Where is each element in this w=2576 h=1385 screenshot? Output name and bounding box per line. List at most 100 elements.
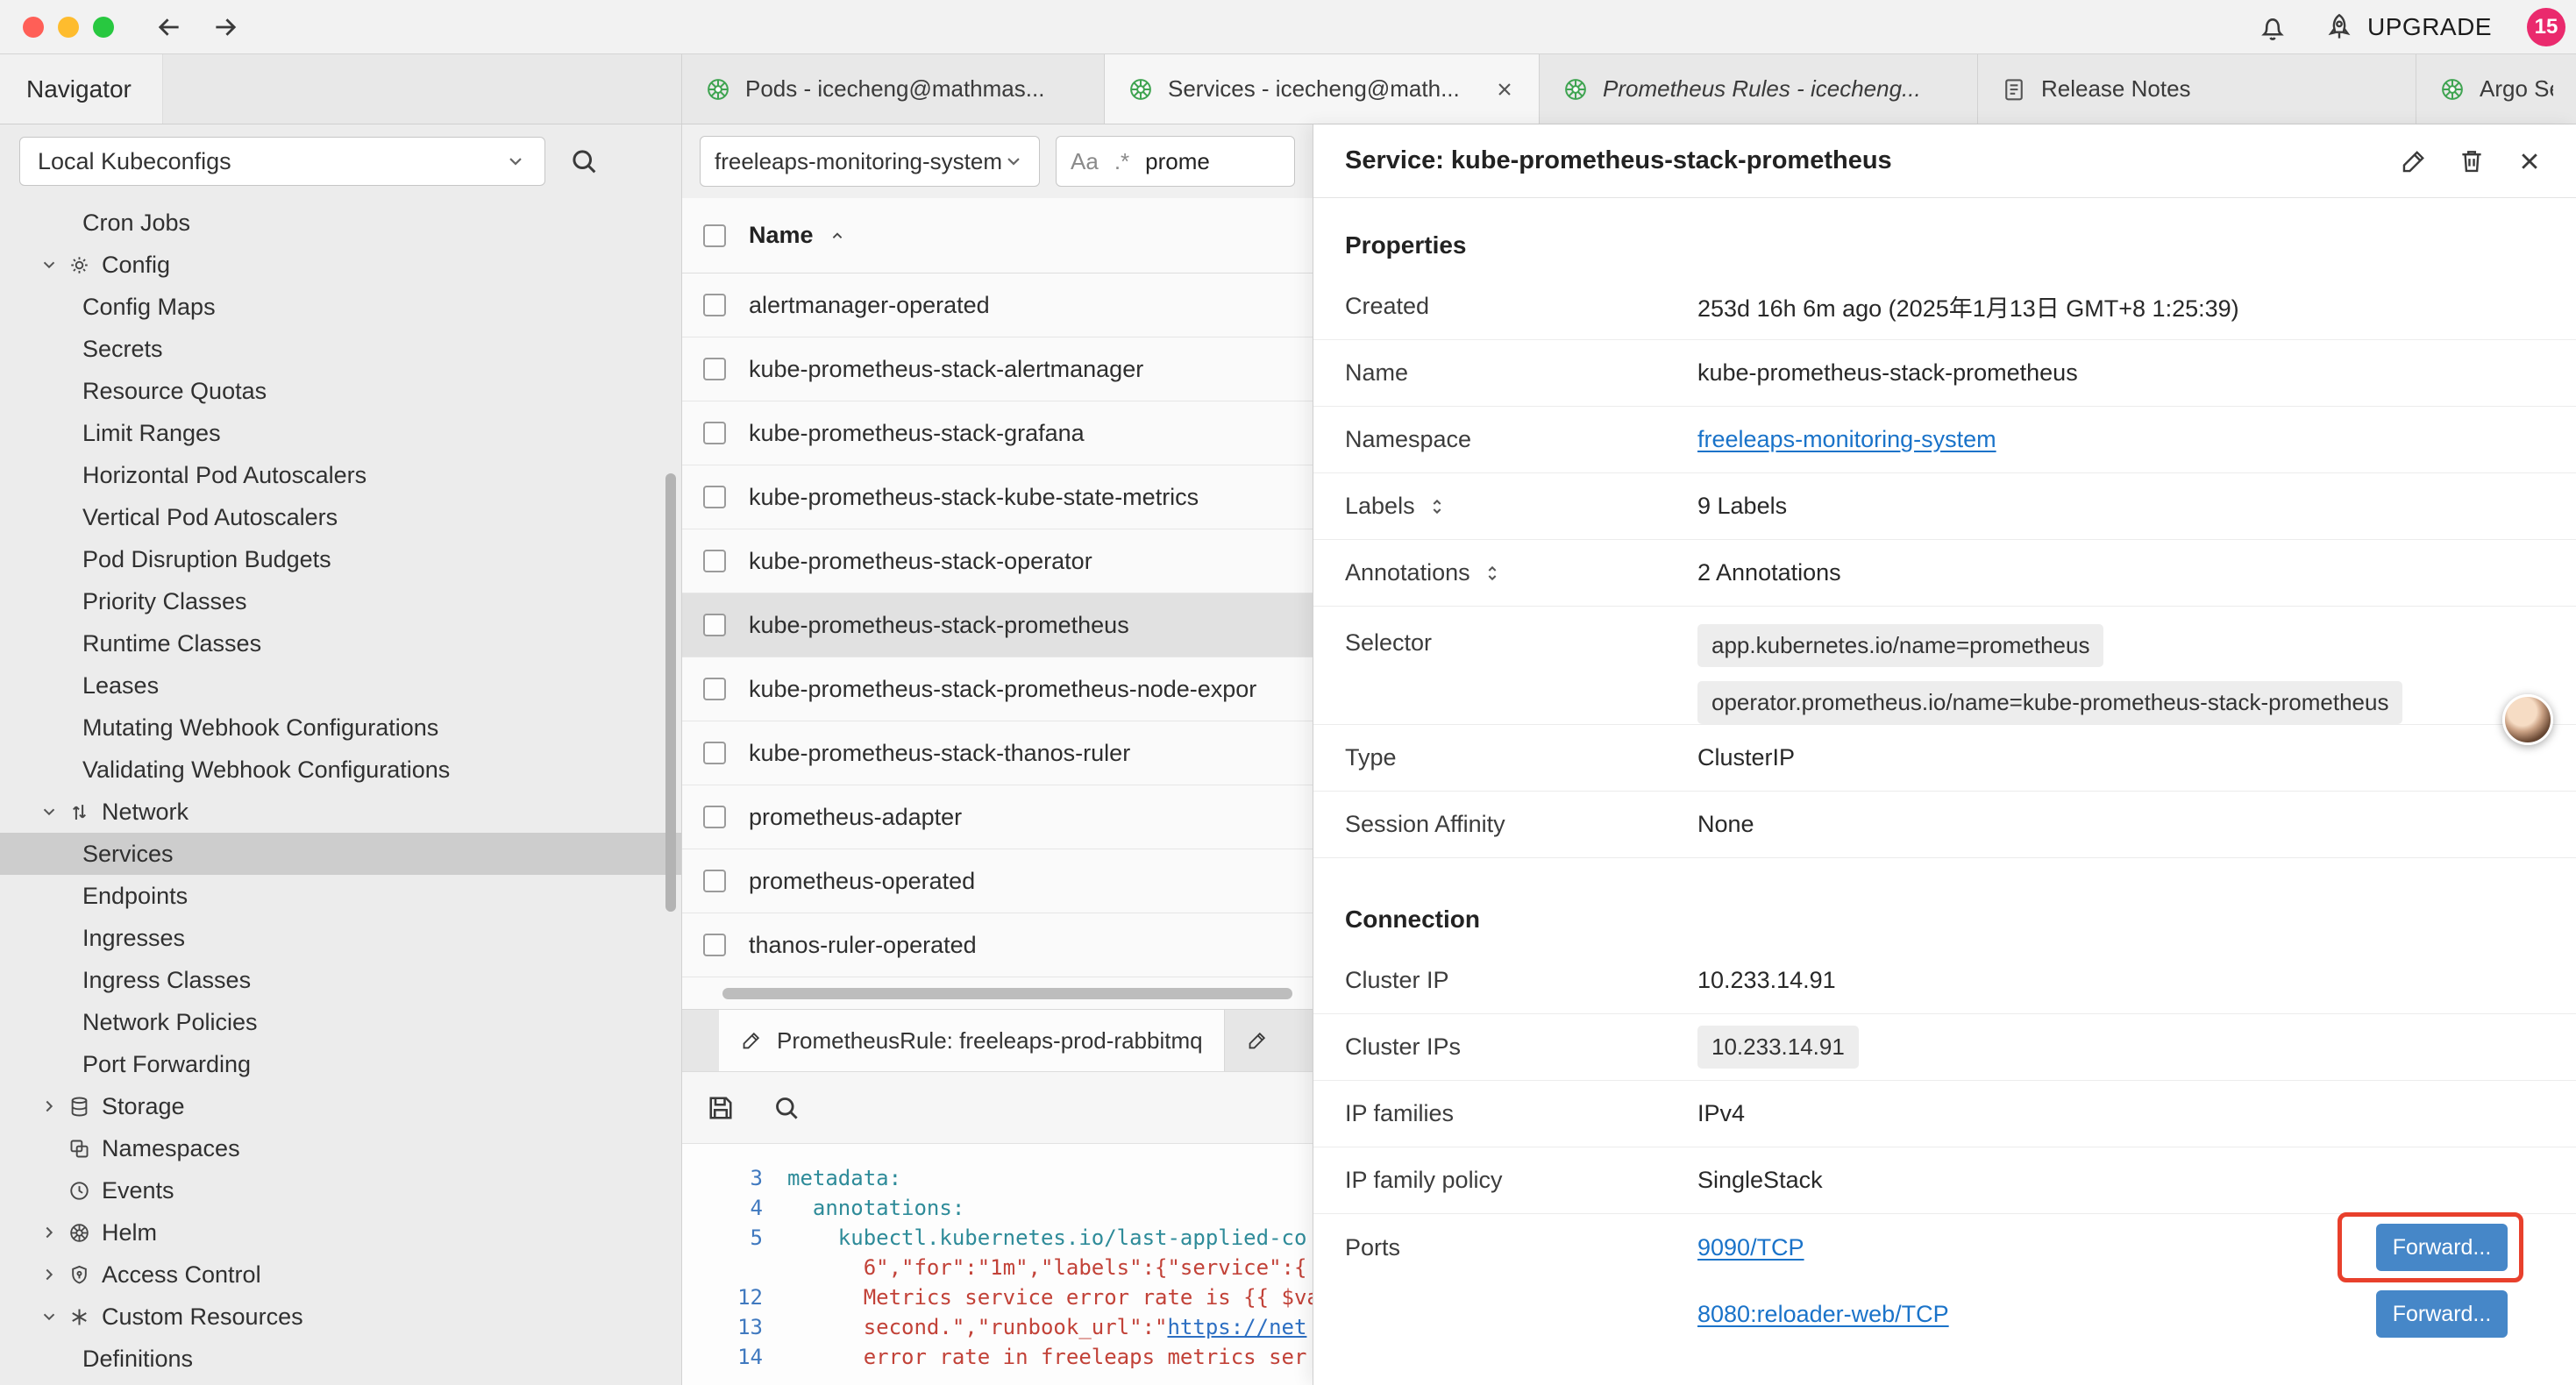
sidebar-item-validating-webhook-configurations[interactable]: Validating Webhook Configurations: [0, 749, 681, 791]
service-detail-drawer: Service: kube-prometheus-stack-prometheu…: [1313, 124, 2576, 1385]
regex-toggle[interactable]: .*: [1114, 148, 1129, 175]
sidebar-item-definitions[interactable]: Definitions: [0, 1338, 681, 1380]
name-column-header[interactable]: Name: [749, 222, 814, 249]
sidebar-item-ingresses[interactable]: Ingresses: [0, 917, 681, 959]
table-row[interactable]: prometheus-adapter: [682, 785, 1313, 849]
sidebar-item-leases[interactable]: Leases: [0, 664, 681, 707]
namespace-link[interactable]: freeleaps-monitoring-system: [1697, 426, 1996, 453]
detail-label-text: IP families: [1345, 1100, 1454, 1127]
unfold-icon[interactable]: [1426, 495, 1448, 518]
window-zoom-button[interactable]: [93, 17, 114, 38]
table-row[interactable]: kube-prometheus-stack-prometheus: [682, 593, 1313, 657]
sidebar-item-endpoints[interactable]: Endpoints: [0, 875, 681, 917]
save-icon[interactable]: [705, 1092, 737, 1124]
horizontal-scrollbar-thumb[interactable]: [722, 988, 1292, 999]
row-checkbox[interactable]: [703, 550, 726, 572]
sidebar-item-storage[interactable]: Storage: [0, 1085, 681, 1127]
row-checkbox[interactable]: [703, 678, 726, 700]
row-checkbox[interactable]: [703, 806, 726, 828]
unfold-icon[interactable]: [1481, 562, 1504, 585]
sidebar-item-network[interactable]: Network: [0, 791, 681, 833]
yaml-editor[interactable]: 3metadata:4annotations:5kubectl.kubernet…: [682, 1144, 1313, 1385]
row-checkbox[interactable]: [703, 614, 726, 636]
notifications-bell-icon[interactable]: [2257, 11, 2288, 43]
list-search-input[interactable]: Aa .* prome: [1056, 136, 1295, 187]
sidebar-item-limit-ranges[interactable]: Limit Ranges: [0, 412, 681, 454]
sidebar-item-vertical-pod-autoscalers[interactable]: Vertical Pod Autoscalers: [0, 496, 681, 538]
sidebar-item-network-policies[interactable]: Network Policies: [0, 1001, 681, 1043]
kubeconfig-selector[interactable]: Local Kubeconfigs: [19, 137, 545, 186]
editor-tab-prometheusrule[interactable]: PrometheusRule: freeleaps-prod-rabbitmq: [719, 1010, 1225, 1071]
sidebar-item-helm[interactable]: Helm: [0, 1211, 681, 1254]
table-row[interactable]: kube-prometheus-stack-operator: [682, 529, 1313, 593]
port-link[interactable]: 9090/TCP: [1697, 1234, 1804, 1261]
table-row[interactable]: alertmanager-operated: [682, 273, 1313, 337]
row-checkbox[interactable]: [703, 422, 726, 444]
close-icon[interactable]: [2515, 146, 2544, 176]
row-checkbox[interactable]: [703, 870, 726, 892]
table-row[interactable]: kube-prometheus-stack-kube-state-metrics: [682, 465, 1313, 529]
back-icon[interactable]: [154, 12, 184, 42]
forward-icon[interactable]: [210, 12, 240, 42]
table-row[interactable]: kube-prometheus-stack-grafana: [682, 401, 1313, 465]
sidebar-item-services[interactable]: Services: [0, 833, 681, 875]
namespace-selector[interactable]: freeleaps-monitoring-system: [700, 136, 1040, 187]
sidebar-item-resource-quotas[interactable]: Resource Quotas: [0, 370, 681, 412]
sidebar-item-pod-disruption-budgets[interactable]: Pod Disruption Budgets: [0, 538, 681, 580]
row-checkbox[interactable]: [703, 742, 726, 764]
sort-ascending-icon[interactable]: [828, 226, 847, 245]
sidebar-item-horizontal-pod-autoscalers[interactable]: Horizontal Pod Autoscalers: [0, 454, 681, 496]
row-checkbox[interactable]: [703, 934, 726, 956]
table-row[interactable]: kube-prometheus-stack-thanos-ruler: [682, 721, 1313, 785]
table-row[interactable]: thanos-ruler-operated: [682, 913, 1313, 977]
sidebar-item-secrets[interactable]: Secrets: [0, 328, 681, 370]
service-name: thanos-ruler-operated: [749, 932, 977, 959]
sidebar-item-events[interactable]: Events: [0, 1169, 681, 1211]
sidebar-item-port-forwarding[interactable]: Port Forwarding: [0, 1043, 681, 1085]
presence-avatar[interactable]: [2502, 694, 2553, 745]
port-link[interactable]: 8080:reloader-web/TCP: [1697, 1301, 1949, 1328]
sidebar-item-config-maps[interactable]: Config Maps: [0, 286, 681, 328]
sidebar-scrollbar-thumb[interactable]: [665, 473, 676, 912]
select-all-checkbox[interactable]: [703, 224, 726, 247]
sidebar-item-config[interactable]: Config: [0, 244, 681, 286]
notification-count-badge[interactable]: 15: [2527, 8, 2565, 46]
editor-tab-partial[interactable]: [1225, 1010, 1290, 1071]
sidebar-search-icon[interactable]: [568, 146, 600, 177]
tab-release-notes[interactable]: Release Notes: [1978, 54, 2416, 124]
sidebar-item-priority-classes[interactable]: Priority Classes: [0, 580, 681, 622]
window-close-button[interactable]: [23, 17, 44, 38]
upgrade-button[interactable]: UPGRADE: [2323, 11, 2492, 43]
detail-row-labels: Labels9 Labels: [1313, 473, 2576, 540]
sidebar-item-cron-jobs[interactable]: Cron Jobs: [0, 202, 681, 244]
row-checkbox[interactable]: [703, 486, 726, 508]
sidebar-item-label: Priority Classes: [82, 588, 247, 615]
row-checkbox[interactable]: [703, 358, 726, 380]
window-minimize-button[interactable]: [58, 17, 79, 38]
navigator-panel-tab[interactable]: Navigator: [0, 54, 163, 124]
table-row[interactable]: prometheus-operated: [682, 849, 1313, 913]
table-row[interactable]: kube-prometheus-stack-prometheus-node-ex…: [682, 657, 1313, 721]
forward-button[interactable]: Forward...: [2376, 1290, 2508, 1338]
tab-close-icon[interactable]: [1493, 78, 1516, 101]
sidebar-item-mutating-webhook-configurations[interactable]: Mutating Webhook Configurations: [0, 707, 681, 749]
edit-icon[interactable]: [2399, 146, 2429, 176]
line-number: 3: [682, 1166, 787, 1190]
sidebar-item-custom-resources[interactable]: Custom Resources: [0, 1296, 681, 1338]
delete-icon[interactable]: [2457, 146, 2487, 176]
forward-button[interactable]: Forward...: [2376, 1224, 2508, 1271]
editor-search-icon[interactable]: [772, 1093, 801, 1123]
tab-services-icecheng-math[interactable]: Services - icecheng@math...: [1105, 54, 1540, 124]
tab-prometheus-rules-icecheng[interactable]: Prometheus Rules - icecheng...: [1540, 54, 1978, 124]
sidebar-item-namespaces[interactable]: Namespaces: [0, 1127, 681, 1169]
tab-argo-se[interactable]: Argo Se: [2416, 54, 2576, 124]
sidebar-item-access-control[interactable]: Access Control: [0, 1254, 681, 1296]
table-row[interactable]: kube-prometheus-stack-alertmanager: [682, 337, 1313, 401]
match-case-toggle[interactable]: Aa: [1071, 148, 1099, 175]
sidebar-item-ingress-classes[interactable]: Ingress Classes: [0, 959, 681, 1001]
service-name: kube-prometheus-stack-prometheus: [749, 612, 1129, 639]
sidebar-item-runtime-classes[interactable]: Runtime Classes: [0, 622, 681, 664]
row-checkbox[interactable]: [703, 294, 726, 316]
port-row: 9090/TCP Forward...: [1697, 1214, 2576, 1281]
tab-pods-icecheng-mathmas[interactable]: Pods - icecheng@mathmas...: [682, 54, 1105, 124]
